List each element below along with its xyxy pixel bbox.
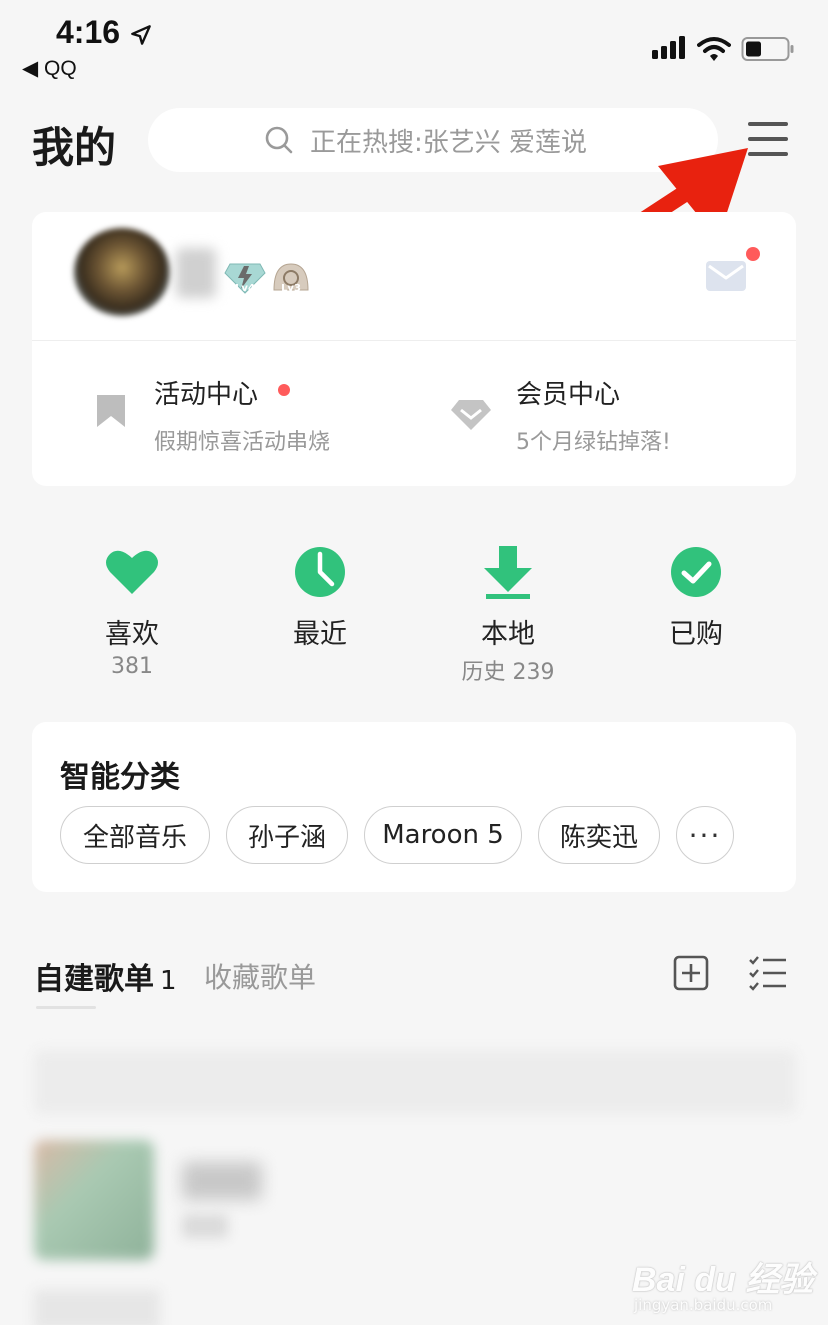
- mail-icon[interactable]: [705, 260, 747, 292]
- back-to-qq-link[interactable]: ◀ QQ: [22, 56, 77, 81]
- activity-center-subtitle: 假期惊喜活动串烧: [154, 430, 331, 455]
- baidu-watermark: Bai du 经验 jingyan.baidu.com: [632, 1238, 828, 1325]
- chip-all-music[interactable]: 全部音乐: [60, 806, 210, 864]
- wifi-icon: [697, 37, 731, 61]
- tab-created-label: 自建歌单: [34, 962, 154, 997]
- status-time: 4:16: [56, 14, 121, 50]
- chip-maroon-5[interactable]: Maroon 5: [364, 806, 522, 864]
- level-badge-label: Lv3: [281, 283, 301, 294]
- location-arrow-icon: [131, 25, 151, 45]
- divider: [32, 340, 796, 341]
- page-title: 我的: [32, 123, 117, 172]
- notification-dot: [278, 384, 290, 396]
- playlist-banner-blurred[interactable]: [34, 1050, 796, 1114]
- notification-dot: [746, 247, 760, 261]
- bookmark-icon: [97, 395, 125, 427]
- download-icon: [484, 546, 532, 599]
- tab-collected-playlists[interactable]: 收藏歌单: [204, 956, 316, 996]
- chip-eason-chan[interactable]: 陈奕迅: [538, 806, 660, 864]
- diamond-icon: [451, 400, 491, 430]
- search-placeholder: 正在热搜:张艺兴 爱莲说: [310, 127, 588, 158]
- tab-created-count: 1: [160, 966, 177, 996]
- recent-label: 最近: [293, 619, 347, 650]
- favorites-count: 381: [111, 654, 153, 679]
- level-badge-label: Lv4: [235, 283, 255, 294]
- cellular-signal-icon: [652, 36, 685, 59]
- avatar[interactable]: [74, 228, 170, 316]
- more-categories-button[interactable]: ···: [676, 806, 734, 864]
- clock-icon: [295, 547, 345, 597]
- check-circle-icon: [671, 547, 721, 597]
- username-blurred[interactable]: [176, 248, 216, 298]
- playlist-name-blurred: [182, 1162, 262, 1200]
- activity-center-title: 活动中心: [154, 380, 259, 410]
- smart-category-title: 智能分类: [60, 760, 180, 795]
- playlist-item-blurred[interactable]: [34, 1290, 160, 1325]
- member-center-subtitle: 5个月绿钻掉落!: [516, 430, 671, 455]
- tab-underline: [36, 1006, 96, 1009]
- watermark-url: jingyan.baidu.com: [634, 1296, 773, 1314]
- playlist-count-blurred: [182, 1214, 228, 1238]
- manage-playlist-icon[interactable]: [748, 955, 788, 991]
- menu-line: [748, 122, 788, 126]
- chip-sun-zihan[interactable]: 孙子涵: [226, 806, 348, 864]
- playlist-cover-blurred[interactable]: [34, 1140, 154, 1260]
- member-center-title: 会员中心: [516, 380, 621, 410]
- add-playlist-icon[interactable]: [673, 955, 709, 991]
- heart-icon: [106, 550, 158, 594]
- local-label: 本地: [481, 619, 535, 650]
- level-badge-lv4[interactable]: Lv4: [224, 260, 266, 294]
- favorites-label: 喜欢: [105, 619, 159, 650]
- watermark-text: Bai du 经验: [632, 1261, 814, 1299]
- purchased-label: 已购: [669, 619, 723, 650]
- search-icon: [265, 126, 293, 154]
- battery-icon: [741, 37, 794, 61]
- history-count[interactable]: 历史 239: [428, 654, 588, 686]
- level-badge-lv3[interactable]: Lv3: [270, 260, 312, 294]
- tab-created-playlists[interactable]: 自建歌单 1: [34, 954, 177, 998]
